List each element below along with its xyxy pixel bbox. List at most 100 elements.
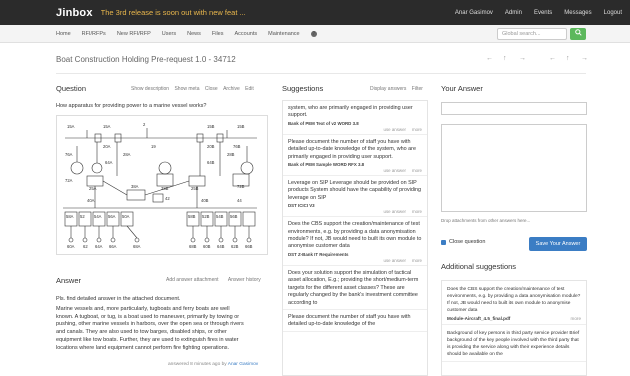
top-nav-messages[interactable]: Messages xyxy=(564,10,591,16)
diagram-label: 58B xyxy=(188,214,196,219)
answer-author-link[interactable]: Anar Gasimov xyxy=(228,362,258,367)
answer-history-link[interactable]: Answer history xyxy=(228,277,261,283)
diagram-label: 38A xyxy=(131,184,139,189)
more-link[interactable]: more xyxy=(571,316,581,321)
answer-line: Marine vessels and, more particularly, t… xyxy=(56,305,230,312)
diagram-label: 62 xyxy=(83,244,88,249)
add-attachment-link[interactable]: Add answer attachment xyxy=(166,277,219,283)
nav-files[interactable]: Files xyxy=(212,31,224,37)
diagram-label: 56B xyxy=(230,214,238,219)
next-icon[interactable]: → xyxy=(581,55,588,62)
more-link[interactable]: more xyxy=(412,209,422,214)
more-link[interactable]: more xyxy=(412,168,422,173)
announcement-banner[interactable]: The 3rd release is soon out with new fea… xyxy=(101,8,443,17)
your-answer-heading: Your Answer xyxy=(441,84,483,93)
diagram-label: 52B xyxy=(202,214,210,219)
diagram-label: 68B xyxy=(189,244,197,249)
archive-link[interactable]: Archive xyxy=(223,86,240,92)
answer-heading: Answer xyxy=(56,276,82,285)
nav-news[interactable]: News xyxy=(187,31,201,37)
use-answer-link[interactable]: use answer xyxy=(384,258,406,263)
diagram-label: 20B xyxy=(207,144,215,149)
nav-users[interactable]: Users xyxy=(162,31,176,37)
use-answer-link[interactable]: use answer xyxy=(384,168,406,173)
nav-accounts[interactable]: Accounts xyxy=(235,31,258,37)
suggestion-text: Does the CBS support the creation/mainte… xyxy=(288,221,422,250)
display-answers-link[interactable]: Display answers xyxy=(370,86,406,92)
additional-suggestion-source[interactable]: Module-Aircraft_4.5_final.pdf xyxy=(447,316,510,321)
additional-suggestions-list[interactable]: Does the CBS support the creation/mainte… xyxy=(441,280,587,376)
save-answer-button[interactable]: Save Your Answer xyxy=(529,237,587,251)
up-icon[interactable]: ↑ xyxy=(503,55,507,62)
app-logo[interactable]: Jinbox xyxy=(56,7,93,19)
drop-attachments-hint[interactable]: Drop attachments from other answers here… xyxy=(441,218,530,223)
suggestion-source: Bank of PEM Sample WORD RFX 3.8 xyxy=(288,162,365,168)
nav-maintenance[interactable]: Maintenance xyxy=(268,31,300,37)
nav-rfi-rfps[interactable]: RFI/RFPs xyxy=(82,31,106,37)
diagram-label: 76B xyxy=(233,144,241,149)
diagram-label: 64A xyxy=(95,244,103,249)
question-text: How apparatus for providing power to a m… xyxy=(56,103,207,109)
suggestions-list[interactable]: system, who are primarily engaged in pro… xyxy=(282,100,428,376)
diagram-label: 19 xyxy=(151,144,156,149)
diagram-label: 25A xyxy=(89,186,97,191)
diagram-label: 56A xyxy=(108,214,116,219)
suggestion-source: Bank of PEM Text of v2 WORD 3.8 xyxy=(288,120,359,126)
use-answer-link[interactable]: use answer xyxy=(384,209,406,214)
top-nav-events[interactable]: Events xyxy=(534,10,552,16)
diagram-label: 50A xyxy=(122,214,130,219)
more-link[interactable]: more xyxy=(412,258,422,263)
close-link[interactable]: Close xyxy=(205,86,218,92)
question-actions: Show description Show meta Close Archive… xyxy=(127,86,254,92)
answer-textarea[interactable] xyxy=(441,124,587,212)
diagram-label: 58A xyxy=(66,214,74,219)
more-link[interactable]: more xyxy=(412,127,422,132)
suggestions-actions: Display answers Filter xyxy=(366,86,423,92)
suggestion-text: Please document the number of staff you … xyxy=(288,138,416,160)
user-menu[interactable]: Anar Gasimov xyxy=(455,10,493,16)
checkbox-checked-icon[interactable] xyxy=(441,239,446,245)
prev-icon[interactable]: ← xyxy=(486,55,493,62)
additional-suggestion-text: Background of key persons in third party… xyxy=(447,331,580,357)
additional-suggestions-heading: Additional suggestions xyxy=(441,262,517,271)
use-answer-link[interactable]: use answer xyxy=(384,127,406,132)
diagram-label: 40A xyxy=(87,198,95,203)
diagram-label: 20A xyxy=(103,144,111,149)
diagram-label: 60B xyxy=(203,244,211,249)
show-description-link[interactable]: Show description xyxy=(131,86,169,92)
divider xyxy=(56,73,586,74)
diagram-label: 64B xyxy=(217,244,225,249)
close-question-checkbox[interactable]: Close question xyxy=(441,239,485,245)
top-nav-admin[interactable]: Admin xyxy=(505,10,522,16)
suggestion-source: DST Z-Bank IT Requirements xyxy=(288,251,349,257)
diagram-label: 66A xyxy=(109,244,117,249)
nav-home[interactable]: Home xyxy=(56,31,71,37)
suggestion-text: Does your solution support the simulatio… xyxy=(288,269,419,306)
diagram-label: 76A xyxy=(65,152,73,157)
diagram-label: 28A xyxy=(123,152,131,157)
additional-suggestion-text: Does the CBS support the creation/mainte… xyxy=(447,287,581,313)
filter-link[interactable]: Filter xyxy=(412,86,423,92)
diagram-label: 60A xyxy=(67,244,75,249)
suggestion-item: Does your solution support the simulatio… xyxy=(283,266,427,310)
prev-icon[interactable]: ← xyxy=(549,55,556,62)
suggestion-item: Please document the number of staff you … xyxy=(283,135,427,177)
diagram-label: 42 xyxy=(165,196,170,201)
answer-title-input[interactable] xyxy=(441,102,587,115)
edit-link[interactable]: Edit xyxy=(245,86,254,92)
logout-link[interactable]: Logout xyxy=(604,10,622,16)
next-icon[interactable]: → xyxy=(519,55,526,62)
additional-suggestion-item: Background of key persons in third party… xyxy=(442,325,586,362)
suggestion-text: Leverage on SIP Leverage should be provi… xyxy=(288,180,422,201)
show-meta-link[interactable]: Show meta xyxy=(174,86,199,92)
answer-line: known. A tugboat, or tug, is a boat used… xyxy=(56,313,240,320)
help-icon[interactable]: ? xyxy=(310,30,317,37)
answer-meta: answered 8 minutes ago by Anar Gasimov xyxy=(168,362,258,367)
up-icon[interactable]: ↑ xyxy=(566,55,570,62)
answer-actions: Add answer attachment Answer history xyxy=(166,277,261,283)
suggestion-item: Please document the number of staff you … xyxy=(283,310,427,332)
search-button[interactable] xyxy=(570,28,586,40)
nav-new-rfi-rfp[interactable]: New RFI/RFP xyxy=(117,31,151,37)
diagram-label: 25B xyxy=(191,186,199,191)
global-search-input[interactable]: Global search... xyxy=(497,28,567,40)
